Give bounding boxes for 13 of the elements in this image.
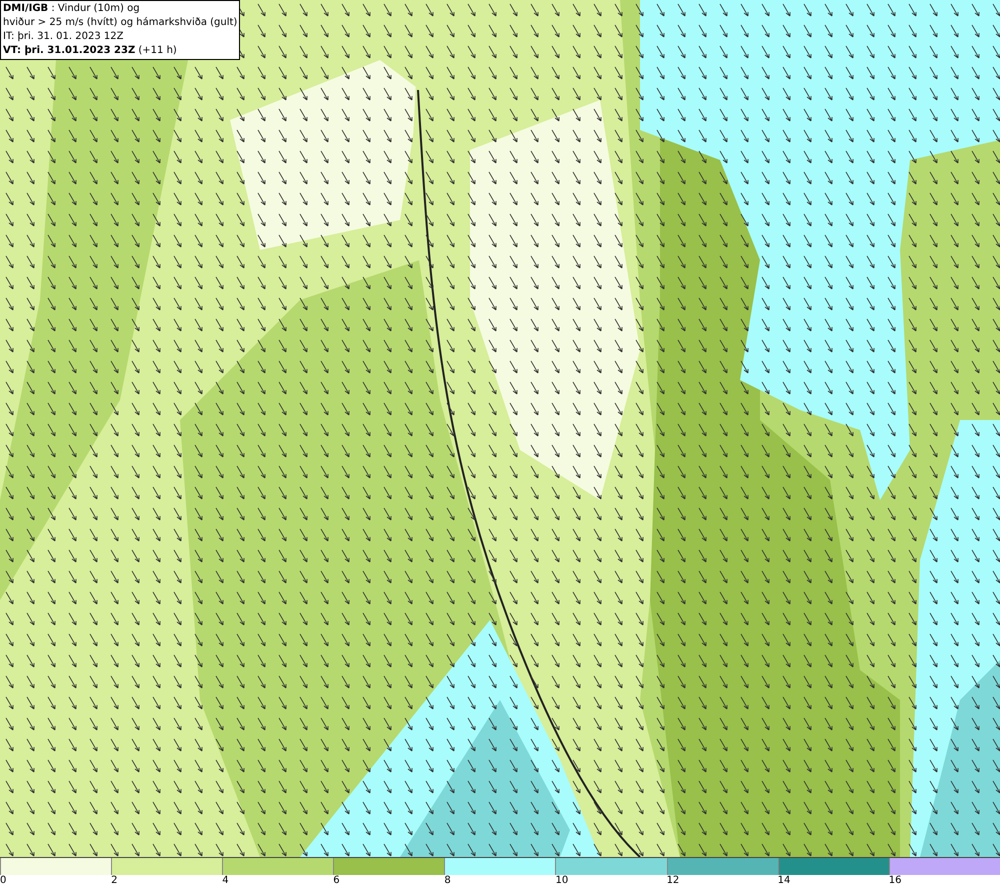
legend-label: 4 [222, 875, 229, 887]
legend-label: 6 [333, 875, 340, 887]
header-text: hviður > 25 m/s (hvítt) og hámarkshviða (gult) [3, 16, 238, 30]
legend-label: 10 [555, 875, 568, 887]
legend-label: 8 [444, 875, 451, 887]
legend-label: 2 [111, 875, 118, 887]
header-text: VT: þri. 31.01.2023 23Z (+11 h) [3, 44, 178, 58]
header-text: IT: þri. 31. 01. 2023 12Z [3, 30, 124, 44]
legend-label: 12 [666, 875, 680, 887]
legend-label: 14 [778, 875, 790, 887]
legend-label: 0 [0, 875, 6, 887]
legend-label: 16 [888, 875, 902, 887]
header-text: DMI/IGB : Vindur (10m) og [3, 2, 141, 16]
